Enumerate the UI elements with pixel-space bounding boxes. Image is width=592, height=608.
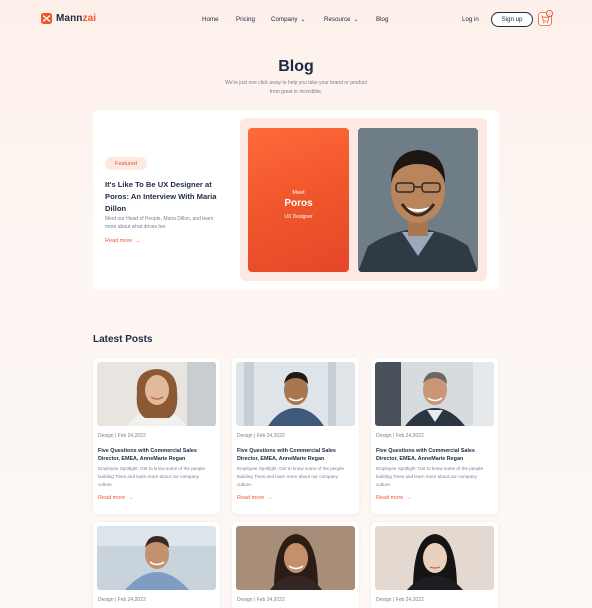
read-more-label: Read more xyxy=(98,495,126,501)
read-more-link[interactable]: Read more → xyxy=(376,495,412,501)
meet-card-line2: Poros xyxy=(284,198,313,209)
page: Mannzai Home Pricing Company ⌄ Resource ⌄ … xyxy=(0,0,592,608)
nav-item-company[interactable]: Company ⌄ xyxy=(271,16,306,23)
post-thumbnail xyxy=(236,526,355,590)
featured-badge: Featured xyxy=(105,157,147,170)
nav-item-label: Pricing xyxy=(236,16,255,23)
arrow-right-icon: → xyxy=(406,495,412,501)
post-card[interactable]: Design | Feb 24,2022 xyxy=(371,522,498,608)
post-card[interactable]: Design | Feb 24,2022 Five Questions with… xyxy=(232,358,359,514)
nav-item-home[interactable]: Home xyxy=(202,16,219,23)
post-thumbnail xyxy=(97,362,216,426)
nav-item-blog[interactable]: Blog xyxy=(376,16,388,23)
signup-button[interactable]: Sign up xyxy=(491,12,533,27)
cart-count-badge: 0 xyxy=(546,10,553,17)
post-card[interactable]: Design | Feb 24,2022 Five Questions with… xyxy=(93,358,220,514)
logo-icon xyxy=(41,13,52,24)
post-thumbnail xyxy=(236,362,355,426)
arrow-right-icon: → xyxy=(267,495,273,501)
post-card[interactable]: Design | Feb 24,2022 xyxy=(93,522,220,608)
read-more-label: Read more xyxy=(237,495,265,501)
post-thumbnail xyxy=(97,526,216,590)
logo[interactable]: Mannzai xyxy=(41,13,96,24)
login-link[interactable]: Log in xyxy=(462,16,479,23)
featured-description: Meet our Head of People, Maria Dillon, a… xyxy=(105,216,214,230)
post-thumbnail xyxy=(375,362,494,426)
post-meta: Design | Feb 24,2022 xyxy=(237,433,285,439)
meet-card-line3: UX Designer xyxy=(284,214,313,220)
post-meta: Design | Feb 24,2022 xyxy=(376,433,424,439)
section-title: Latest Posts xyxy=(93,334,153,345)
chevron-down-icon: ⌄ xyxy=(353,16,359,23)
post-meta: Design | Feb 24,2022 xyxy=(98,597,146,603)
post-meta: Design | Feb 24,2022 xyxy=(376,597,424,603)
top-nav: Mannzai Home Pricing Company ⌄ Resource ⌄ … xyxy=(0,0,592,40)
meet-card: Meet Poros UX Designer xyxy=(248,128,349,272)
post-title[interactable]: Five Questions with Commercial Sales Dir… xyxy=(376,447,494,463)
post-card[interactable]: Design | Feb 24,2022 xyxy=(232,522,359,608)
post-card[interactable]: Design | Feb 24,2022 Five Questions with… xyxy=(371,358,498,514)
arrow-right-icon: → xyxy=(128,495,134,501)
logo-text: Mannzai xyxy=(56,13,97,24)
featured-photo xyxy=(358,128,478,272)
chevron-down-icon: ⌄ xyxy=(300,16,306,23)
featured-read-more-link[interactable]: Read more → xyxy=(105,238,141,244)
read-more-label: Read more xyxy=(376,495,404,501)
page-title: Blog xyxy=(278,58,314,75)
featured-title[interactable]: It's Like To Be UX Designer at Poros: An… xyxy=(105,179,217,215)
read-more-label: Read more xyxy=(105,238,133,244)
post-meta: Design | Feb 24,2022 xyxy=(237,597,285,603)
post-thumbnail xyxy=(375,526,494,590)
post-description: Employee Spotlight: Get to know some of … xyxy=(98,466,205,487)
read-more-link[interactable]: Read more → xyxy=(237,495,273,501)
page-subtitle: We're just one click away to help you ta… xyxy=(225,80,367,95)
post-description: Employee Spotlight: Get to know some of … xyxy=(376,466,483,487)
arrow-right-icon: → xyxy=(135,238,141,244)
meet-card-line1: Meet xyxy=(292,190,305,196)
post-description: Employee Spotlight: Get to know some of … xyxy=(237,466,344,487)
nav-item-label: Company xyxy=(271,16,298,23)
post-meta: Design | Feb 24,2022 xyxy=(98,433,146,439)
post-title[interactable]: Five Questions with Commercial Sales Dir… xyxy=(237,447,355,463)
nav-item-resource[interactable]: Resource ⌄ xyxy=(324,16,359,23)
nav-item-label: Home xyxy=(202,16,219,23)
nav-item-label: Blog xyxy=(376,16,389,23)
nav-item-pricing[interactable]: Pricing xyxy=(236,16,255,23)
nav-item-label: Resource xyxy=(324,16,351,23)
read-more-link[interactable]: Read more → xyxy=(98,495,134,501)
post-title[interactable]: Five Questions with Commercial Sales Dir… xyxy=(98,447,216,463)
